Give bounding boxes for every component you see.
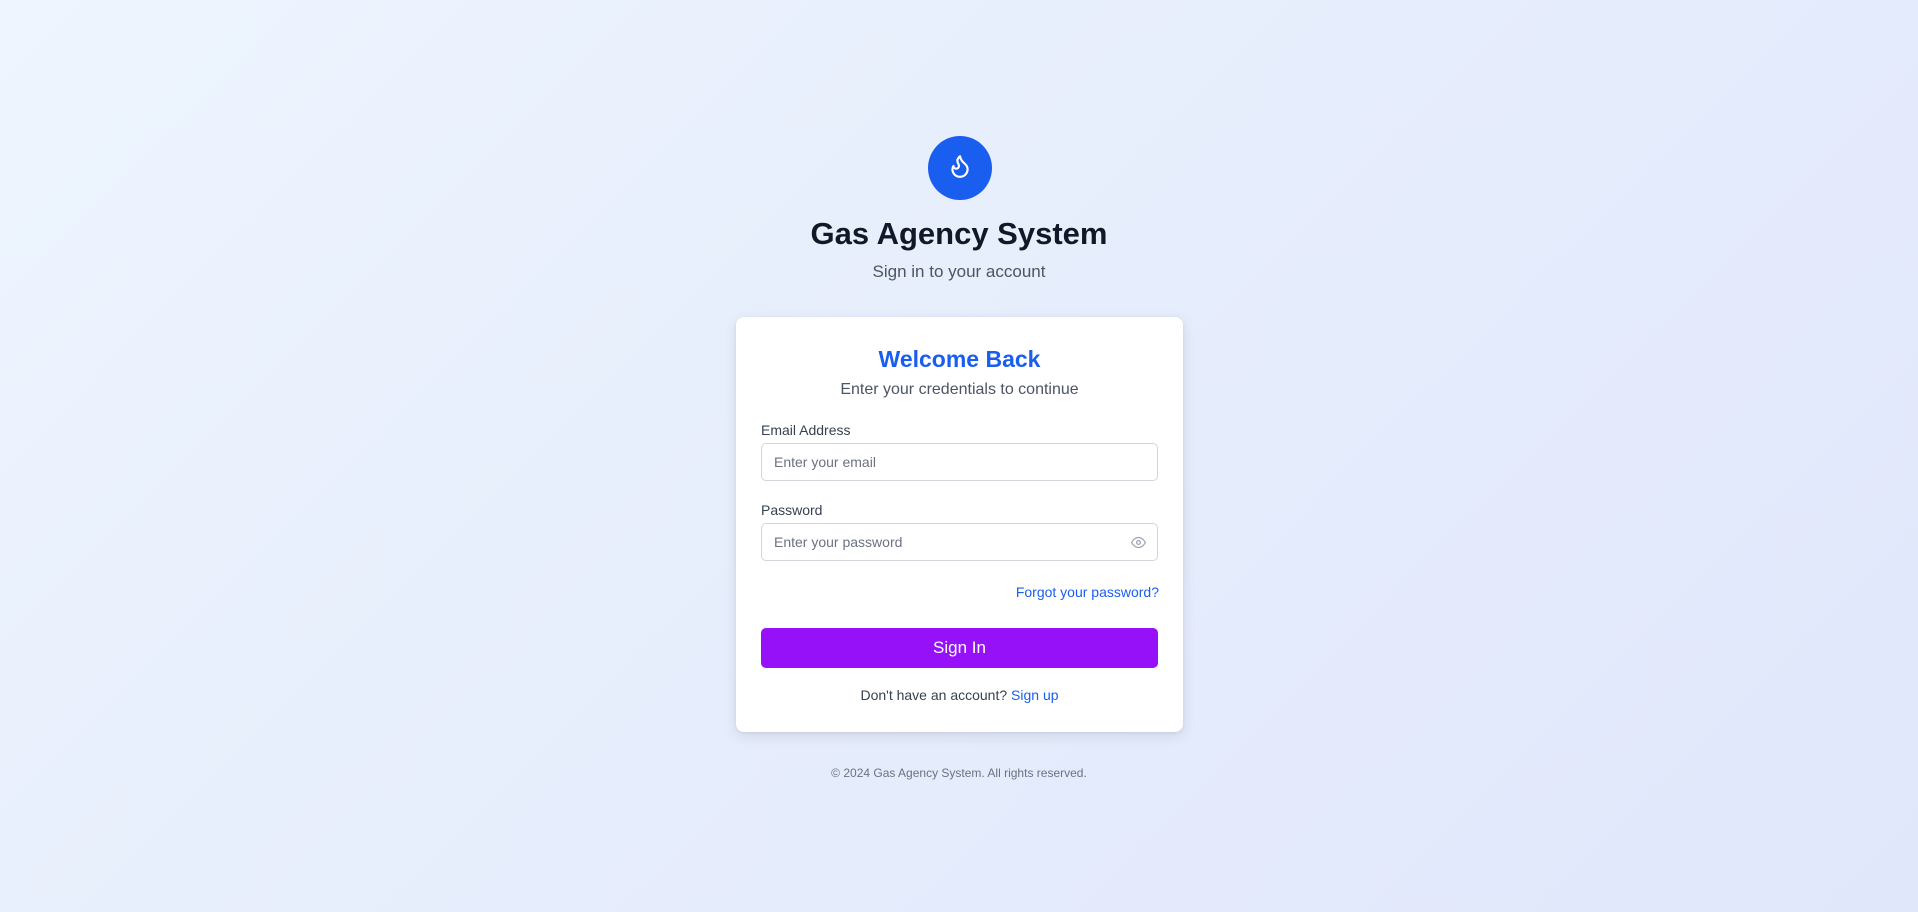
footer-copyright: © 2024 Gas Agency System. All rights res… — [831, 766, 1087, 780]
signup-prompt-line: Don't have an account? Sign up — [736, 686, 1183, 704]
app-subtitle: Sign in to your account — [872, 262, 1046, 281]
flame-icon — [947, 153, 973, 184]
email-field-container — [761, 443, 1158, 481]
eye-icon[interactable] — [1129, 533, 1147, 551]
sign-in-button[interactable]: Sign In — [761, 628, 1158, 668]
app-title: Gas Agency System — [810, 216, 1108, 251]
password-label: Password — [761, 502, 823, 518]
brand-logo — [928, 136, 992, 200]
signup-prompt-text: Don't have an account? — [860, 687, 1012, 703]
sign-up-link[interactable]: Sign up — [1011, 687, 1058, 703]
forgot-password-link[interactable]: Forgot your password? — [1016, 583, 1159, 601]
card-title: Welcome Back — [878, 346, 1041, 372]
password-field-container — [761, 523, 1158, 561]
card-subtitle: Enter your credentials to continue — [840, 381, 1079, 398]
email-input[interactable] — [762, 444, 1157, 480]
login-card: Welcome Back Enter your credentials to c… — [736, 317, 1183, 732]
password-input[interactable] — [762, 524, 1157, 560]
email-label: Email Address — [761, 422, 851, 438]
